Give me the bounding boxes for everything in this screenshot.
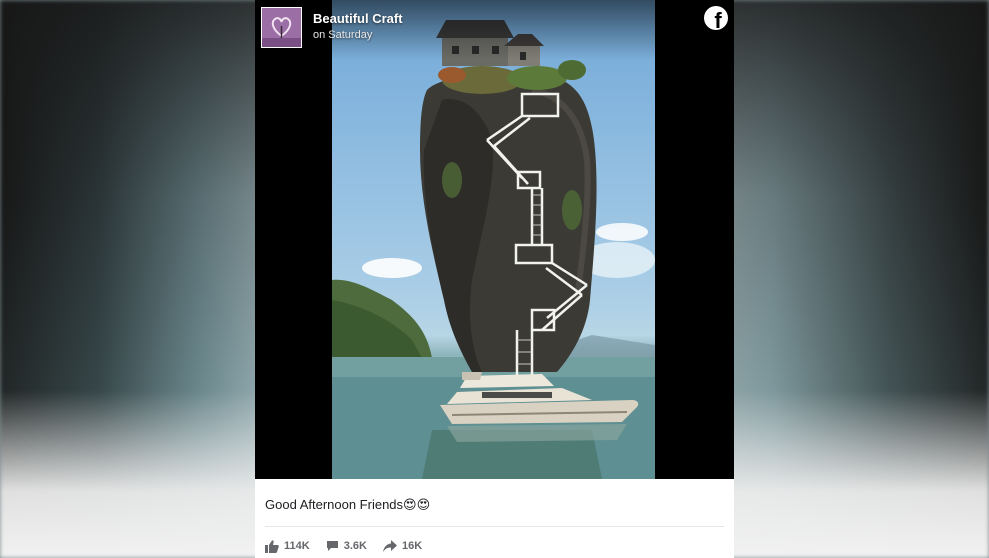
comment-icon <box>326 541 338 551</box>
rock-island-illustration <box>332 20 655 479</box>
share-icon <box>382 540 397 552</box>
facebook-logo-icon[interactable]: f <box>704 6 728 30</box>
engagement-stats: 114K 3.6K 16K <box>265 537 422 555</box>
page-name[interactable]: Beautiful Craft <box>313 11 403 26</box>
shares-stat[interactable]: 16K <box>382 540 423 552</box>
post-caption: Good Afternoon Friends😍😍 <box>265 497 431 512</box>
likes-count: 114K <box>284 540 310 552</box>
thumbs-up-icon <box>265 539 279 553</box>
shares-count: 16K <box>401 540 423 552</box>
comments-count: 3.6K <box>343 540 367 552</box>
post-timestamp[interactable]: on Saturday <box>313 29 372 41</box>
post-header: Beautiful Craft on Saturday f <box>255 0 734 60</box>
post-media[interactable]: Beautiful Craft on Saturday f <box>255 0 734 479</box>
divider <box>265 526 724 527</box>
facebook-post-card: Beautiful Craft on Saturday f Good After… <box>255 0 734 558</box>
heart-tree-icon <box>262 8 301 47</box>
likes-stat[interactable]: 114K <box>265 539 310 553</box>
page-avatar[interactable] <box>261 7 302 48</box>
comments-stat[interactable]: 3.6K <box>326 540 367 552</box>
post-photo[interactable] <box>332 0 655 479</box>
